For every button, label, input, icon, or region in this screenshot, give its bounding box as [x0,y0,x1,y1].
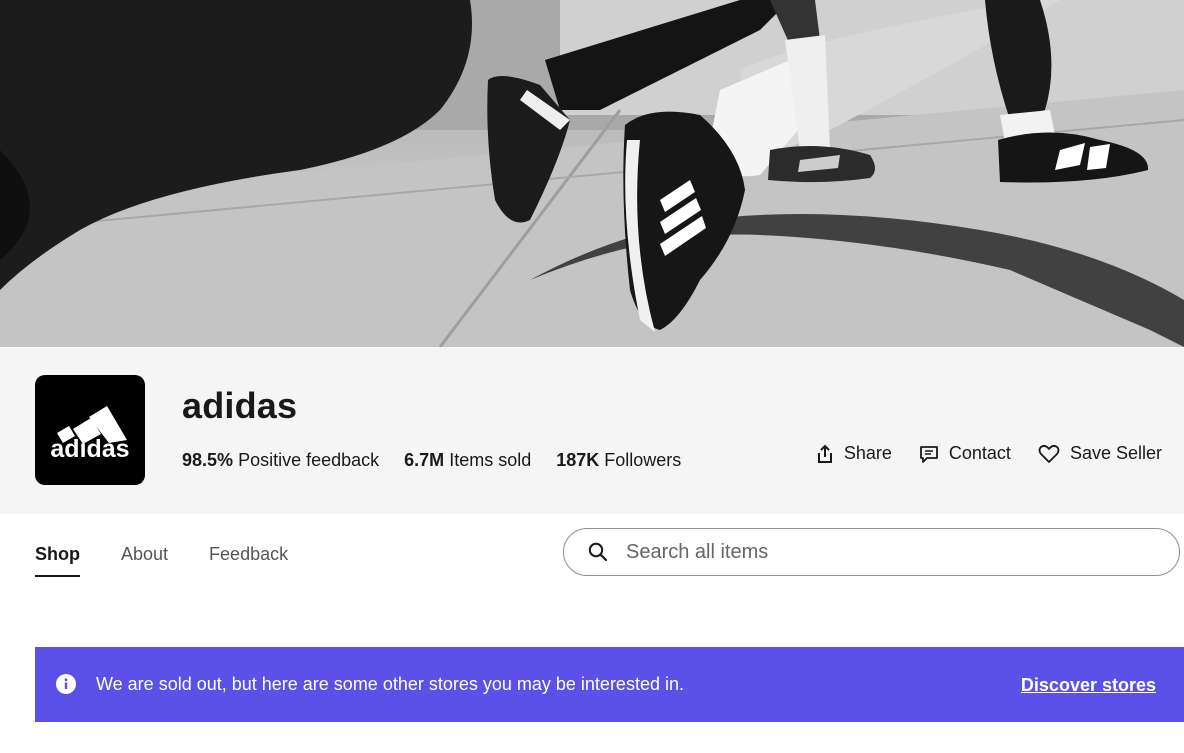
heart-icon [1038,444,1060,463]
tab-about[interactable]: About [121,544,168,577]
stat-items-sold-label: Items sold [449,450,532,470]
contact-button[interactable]: Contact [919,443,1011,464]
seller-logo[interactable]: adidas [35,375,145,485]
message-icon [919,445,938,463]
stat-feedback-label: Positive feedback [238,450,380,470]
save-seller-button[interactable]: Save Seller [1038,443,1162,464]
stat-items-sold-value: 6.7M [404,450,445,470]
seller-stats: 98.5% Positive feedback 6.7M Items sold … [182,450,706,471]
share-button[interactable]: Share [816,443,892,464]
seller-header: adidas adidas 98.5% Positive feedback 6.… [0,347,1184,514]
sold-out-notice: We are sold out, but here are some other… [35,647,1184,722]
stat-followers-value: 187K [556,450,600,470]
save-seller-label: Save Seller [1069,443,1162,463]
adidas-logo-icon: adidas [50,406,130,463]
search-input[interactable] [624,539,1128,565]
tab-feedback[interactable]: Feedback [209,544,288,577]
share-label: Share [843,443,892,463]
notice-text: We are sold out, but here are some other… [96,674,684,694]
tab-shop[interactable]: Shop [35,544,80,577]
contact-label: Contact [948,443,1011,463]
store-search[interactable] [563,528,1180,576]
discover-stores-link[interactable]: Discover stores [1021,675,1156,696]
stat-followers: 187K Followers [556,450,681,471]
seller-name[interactable]: adidas [182,385,297,427]
logo-wordmark: adidas [50,435,129,463]
seller-actions: Share Contact Save Seller [789,443,1162,464]
store-banner [0,0,1184,347]
stat-feedback[interactable]: 98.5% Positive feedback [182,450,379,471]
search-icon[interactable] [588,542,608,562]
info-icon [56,674,76,694]
stat-followers-label: Followers [604,450,682,470]
banner-runners-photo [0,0,1184,347]
store-tabs: Shop About Feedback [35,544,329,577]
stat-items-sold: 6.7M Items sold [404,450,531,471]
share-icon [817,444,832,463]
stat-feedback-value: 98.5% [182,450,234,470]
